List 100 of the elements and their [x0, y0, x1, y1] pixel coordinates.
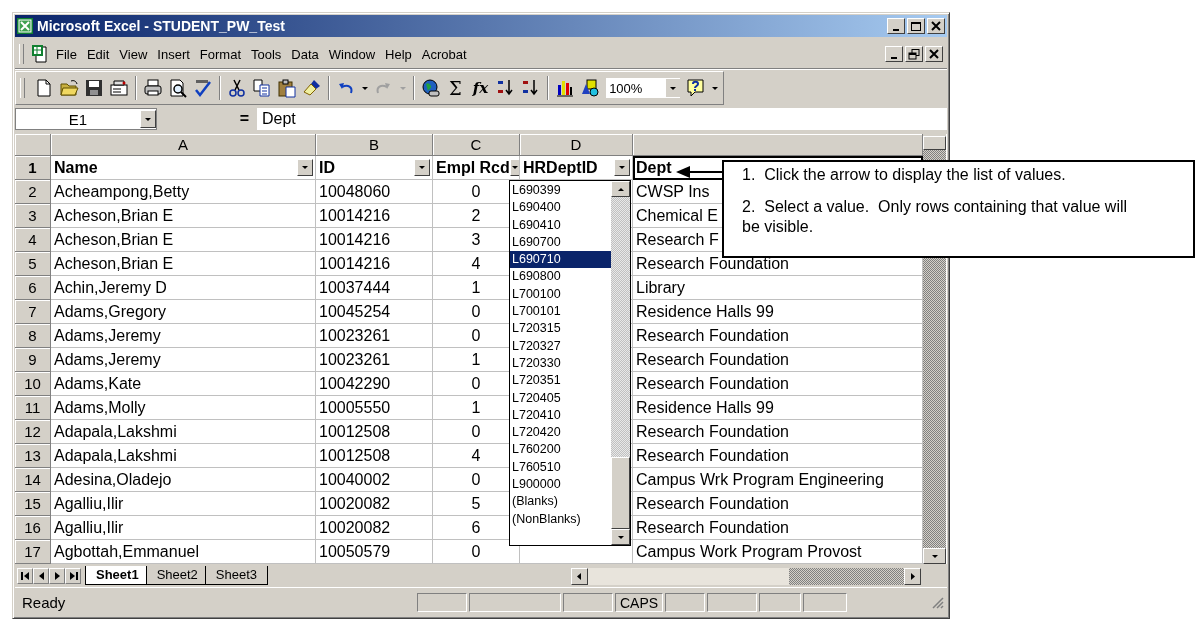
filter-dropdown-button[interactable]	[414, 159, 430, 176]
list-item[interactable]: L760200	[510, 441, 611, 459]
row-header[interactable]: 5	[15, 252, 51, 276]
row-header[interactable]: 3	[15, 204, 51, 228]
row-header[interactable]: 15	[15, 492, 51, 516]
menu-item[interactable]: Window	[324, 44, 380, 64]
list-item[interactable]: L690700	[510, 233, 611, 252]
list-item[interactable]: L700100	[510, 285, 611, 304]
scroll-thumb[interactable]	[789, 567, 904, 585]
scissors-icon[interactable]	[227, 78, 247, 98]
column-header[interactable]	[633, 134, 923, 156]
restore-button[interactable]	[905, 46, 923, 62]
scroll-down-button[interactable]	[611, 529, 630, 545]
filter-dropdown-button[interactable]	[614, 159, 630, 176]
scroll-thumb[interactable]	[611, 457, 630, 529]
maximize-button[interactable]	[907, 18, 925, 34]
copy-icon[interactable]	[252, 78, 272, 98]
column-header[interactable]: B	[316, 134, 433, 156]
list-item[interactable]: L690710	[510, 251, 611, 269]
bar-chart-icon[interactable]	[555, 78, 576, 98]
function-button[interactable]: fx	[469, 79, 492, 97]
scroll-right-button[interactable]	[904, 567, 921, 585]
minimize-button[interactable]	[887, 18, 905, 34]
list-item[interactable]: L690410	[510, 216, 611, 234]
column-header[interactable]: A	[51, 134, 316, 156]
tab-scroll-previous-button[interactable]	[33, 568, 49, 584]
row-header[interactable]: 14	[15, 468, 51, 492]
menu-item[interactable]: View	[115, 44, 152, 64]
menu-item[interactable]: Format	[195, 44, 245, 64]
printer-icon[interactable]	[143, 78, 163, 98]
brush-icon[interactable]	[302, 78, 322, 98]
tab-scroll-first-button[interactable]	[17, 568, 33, 584]
list-item[interactable]: L690399	[510, 182, 611, 200]
list-item[interactable]: L720315	[510, 320, 611, 338]
split-box[interactable]	[923, 136, 946, 150]
formula-field[interactable]: Dept	[257, 108, 947, 130]
list-item[interactable]: L700101	[510, 303, 611, 321]
menu-item[interactable]: Help	[381, 44, 416, 64]
folder-icon[interactable]	[59, 78, 79, 98]
scroll-up-button[interactable]	[611, 181, 630, 197]
name-box[interactable]: E1	[15, 108, 157, 130]
filter-dropdown-button[interactable]	[509, 159, 519, 176]
list-item[interactable]: L690400	[510, 199, 611, 217]
row-header[interactable]: 13	[15, 444, 51, 468]
list-item[interactable]: L720327	[510, 337, 611, 355]
menu-item[interactable]: Data	[287, 44, 323, 64]
row-header[interactable]: 8	[15, 324, 51, 348]
list-item[interactable]: L720330	[510, 354, 611, 373]
help-icon[interactable]	[686, 78, 707, 98]
list-item[interactable]: L760510	[510, 458, 611, 477]
mail-icon[interactable]	[109, 78, 129, 98]
row-header[interactable]: 7	[15, 300, 51, 324]
zoom-dropdown[interactable]: 100%	[605, 77, 682, 99]
scroll-left-button[interactable]	[571, 567, 588, 585]
close-button[interactable]	[927, 18, 945, 34]
menu-item[interactable]: Tools	[247, 44, 286, 64]
list-item[interactable]: L690800	[510, 268, 611, 286]
menu-item[interactable]: Insert	[153, 44, 194, 64]
spelling-check-icon[interactable]	[193, 78, 213, 98]
globe-icon[interactable]	[421, 78, 441, 98]
workbook-icon[interactable]	[30, 44, 50, 64]
shapes-icon[interactable]	[580, 78, 601, 98]
print-preview-icon[interactable]	[168, 78, 188, 98]
row-header[interactable]: 17	[15, 540, 51, 564]
row-header[interactable]: 12	[15, 420, 51, 444]
new-document-icon[interactable]	[34, 78, 54, 98]
list-scrollbar[interactable]	[611, 181, 630, 545]
horizontal-scrollbar[interactable]	[571, 567, 921, 585]
scroll-down-button[interactable]	[923, 548, 946, 564]
tab-scroll-next-button[interactable]	[49, 568, 65, 584]
filter-dropdown-button[interactable]	[297, 159, 313, 176]
row-header[interactable]: 4	[15, 228, 51, 252]
row-header[interactable]: 2	[15, 180, 51, 204]
list-item[interactable]: (NonBlanks)	[510, 510, 611, 528]
list-item[interactable]: L720420	[510, 424, 611, 442]
list-item[interactable]: L720405	[510, 389, 611, 407]
list-item[interactable]: (Blanks)	[510, 493, 611, 511]
row-header[interactable]: 10	[15, 372, 51, 396]
save-icon[interactable]	[84, 78, 104, 98]
sheet-tab[interactable]: Sheet3	[204, 566, 269, 585]
resize-grip-icon[interactable]	[930, 595, 944, 609]
select-all-corner[interactable]	[15, 134, 51, 156]
row-header[interactable]: 6	[15, 276, 51, 300]
autosum-button[interactable]: Σ	[446, 77, 465, 99]
list-item[interactable]: L720410	[510, 406, 611, 425]
menu-item[interactable]: Edit	[82, 44, 114, 64]
list-item[interactable]: L720351	[510, 372, 611, 390]
row-header[interactable]: 11	[15, 396, 51, 420]
column-header[interactable]: C	[433, 134, 520, 156]
column-header[interactable]: D	[520, 134, 633, 156]
menu-item[interactable]: Acrobat	[417, 44, 471, 64]
tab-scroll-last-button[interactable]	[65, 568, 81, 584]
row-header[interactable]: 9	[15, 348, 51, 372]
minimize-button[interactable]	[885, 46, 903, 62]
close-button[interactable]	[925, 46, 943, 62]
clipboard-icon[interactable]	[277, 78, 297, 98]
row-header[interactable]: 1	[15, 156, 51, 180]
list-item[interactable]: L900000	[510, 476, 611, 494]
menu-item[interactable]: File	[52, 44, 81, 64]
row-header[interactable]: 16	[15, 516, 51, 540]
